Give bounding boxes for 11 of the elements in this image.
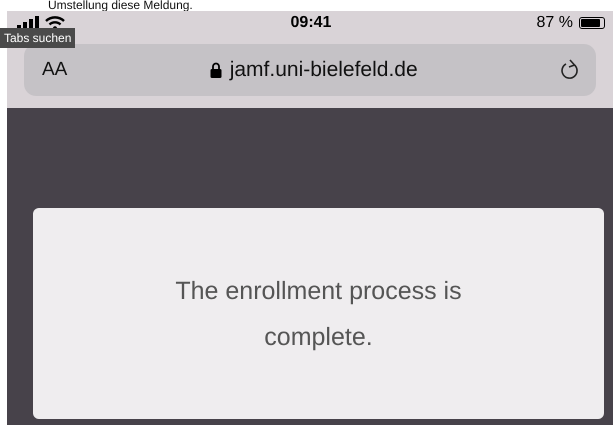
tooltip: Tabs suchen xyxy=(0,28,76,48)
message-text: The enrollment process is complete. xyxy=(174,276,463,352)
text-size-button[interactable]: AA xyxy=(42,59,68,81)
address-bar[interactable]: AA jamf.uni-bielefeld.de xyxy=(24,44,596,96)
clock-text: 09:41 xyxy=(290,14,332,32)
caption-text: Umstellung diese Meldung. xyxy=(47,0,194,11)
reload-icon[interactable] xyxy=(560,59,580,81)
lock-icon xyxy=(210,62,222,78)
battery-percent: 87 % xyxy=(536,14,573,32)
url-text: jamf.uni-bielefeld.de xyxy=(230,58,418,82)
battery-icon xyxy=(578,17,605,29)
